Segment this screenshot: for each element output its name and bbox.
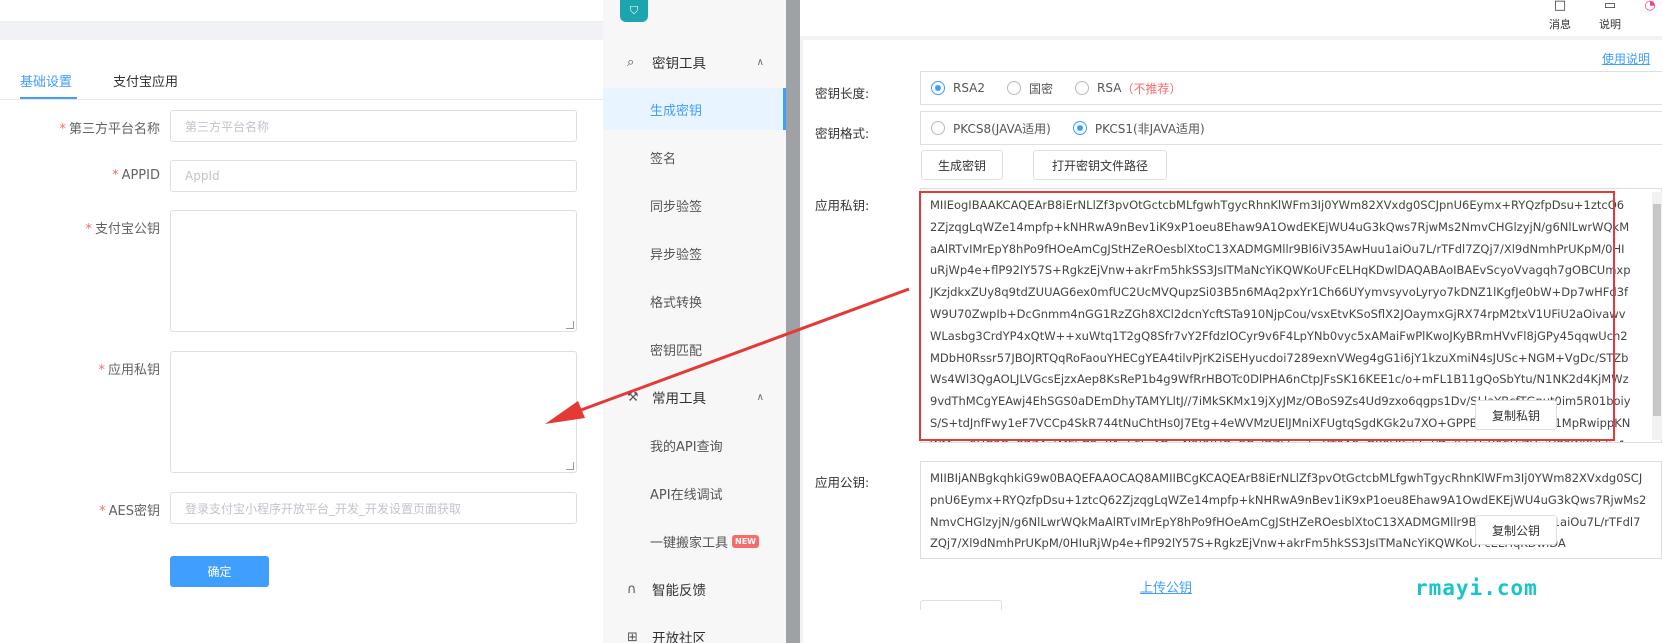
copy-public-key-button[interactable]: 复制公钥 [1475,515,1557,545]
sidebar-item-sign[interactable]: 签名 [603,136,786,178]
alipay-public-key-textarea[interactable] [170,210,577,332]
upload-public-key-link[interactable]: 上传公钥 [1140,577,1192,596]
private-key-scrollbar[interactable] [1652,192,1662,440]
sidebar-item-format-convert[interactable]: 格式转换 [603,280,786,322]
radio-dot [1072,121,1087,135]
sidebar-item-generate-key[interactable]: 生成密钥 [603,88,786,130]
sidebar-divider [786,0,800,643]
avatar[interactable]: ◔ [1638,0,1662,36]
radio-pkcs8[interactable]: PKCS8(JAVA适用) [931,120,1051,137]
headset-icon: ∩ [627,581,637,597]
resize-grip-icon[interactable] [566,462,574,470]
radio-sm2[interactable]: 国密 [1007,80,1053,97]
resize-grip-icon[interactable] [566,321,574,329]
not-recommended-note: （不推荐） [1121,81,1182,96]
open-key-path-button[interactable]: 打开密钥文件路径 [1033,150,1167,180]
watermark-text: rmayi.com [1415,576,1538,600]
app-private-key-textarea[interactable] [170,351,577,473]
new-badge: NEW [732,534,759,548]
radio-dot [931,81,945,95]
scrollbar-thumb[interactable] [1653,204,1661,416]
chevron-up-icon: ∧ [756,56,764,68]
radio-dot [931,121,945,135]
app-logo-icon: ⛉ [620,0,648,22]
key-format-label: 密钥格式: [815,126,870,141]
keygen-area: □ 消息 ▭ 说明 ◔ 使用说明 密钥长度: RSA2 国密 RSA （不推荐） … [800,0,1662,643]
alipay-public-key-label: * 支付宝公钥 [85,222,160,237]
sidebar-item-api-debug[interactable]: API在线调试 [603,472,786,514]
settings-tabs: 基础设置 支付宝应用 [0,40,603,100]
tab-basic-settings[interactable]: 基础设置 [20,71,72,90]
help-link[interactable]: 使用说明 [1602,50,1650,67]
top-strip [0,0,603,22]
key-length-label: 密钥长度: [815,86,870,101]
book-icon: ▭ [1603,0,1617,13]
grid-icon: ⊞ [627,629,638,643]
sidebar-group-common-tools[interactable]: ⚒ 常用工具 ∧ [603,376,786,418]
chevron-up-icon: ∧ [756,391,764,403]
panel-gap [0,22,603,40]
keygen-card: 使用说明 密钥长度: RSA2 国密 RSA （不推荐） 密钥格式: PKCS8(… [803,40,1662,643]
active-tab-indicator [20,97,77,99]
key-search-icon: ⌕ [627,54,635,70]
radio-rsa[interactable]: RSA （不推荐） [1075,80,1181,97]
avatar-icon: ◔ [1644,0,1656,13]
manual-button[interactable]: ▭ 说明 [1590,0,1630,36]
tab-alipay-app[interactable]: 支付宝应用 [113,71,178,90]
appid-input[interactable]: AppId [170,160,577,192]
aes-key-label: * AES密钥 [99,504,160,519]
wrench-icon: ⚒ [627,389,639,405]
sidebar-item-migration-tool[interactable]: 一键搬家工具 NEW [603,520,786,562]
public-key-label: 应用公钥: [815,475,870,490]
app-private-key-label: * 应用私钥 [98,363,160,378]
messages-button[interactable]: □ 消息 [1540,0,1580,36]
generate-key-button[interactable]: 生成密钥 [921,150,1003,180]
private-key-label: 应用私钥: [815,198,870,213]
message-icon: □ [1553,0,1567,13]
sidebar-item-async-verify[interactable]: 异步验签 [603,232,786,274]
radio-dot [1007,81,1022,95]
sidebar-item-my-api-query[interactable]: 我的API查询 [603,424,786,466]
appid-label: * APPID [112,168,160,183]
screenshot-root: 基础设置 支付宝应用 * 第三方平台名称 第三方平台名称 * APPID AppId… [0,0,1662,643]
sidebar-group-feedback[interactable]: ∩ 智能反馈 [603,568,786,610]
partial-button[interactable] [920,600,1002,610]
tool-sidebar: ⛉ ⌕ 密钥工具 ∧ 生成密钥 签名 同步验签 异步验签 格式转换 密钥匹配 ⚒… [603,0,786,643]
radio-pkcs1[interactable]: PKCS1(非JAVA适用) [1072,120,1205,137]
platform-name-input[interactable]: 第三方平台名称 [170,110,577,142]
copy-private-key-button[interactable]: 复制私钥 [1475,400,1557,430]
radio-rsa2[interactable]: RSA2 [931,81,985,95]
confirm-button[interactable]: 确定 [170,556,269,587]
sidebar-item-key-match[interactable]: 密钥匹配 [603,328,786,370]
sidebar-group-community[interactable]: ⊞ 开放社区 [603,616,786,643]
settings-form-panel: 基础设置 支付宝应用 * 第三方平台名称 第三方平台名称 * APPID AppId… [0,0,603,643]
aes-key-input[interactable]: 登录支付宝小程序开放平台_开发_开发设置页面获取 [170,492,577,524]
radio-dot [1075,81,1090,95]
key-length-radio-group: RSA2 国密 RSA （不推荐） [920,71,1662,105]
key-format-radio-group: PKCS8(JAVA适用) PKCS1(非JAVA适用) [920,111,1662,145]
sidebar-item-sync-verify[interactable]: 同步验签 [603,184,786,226]
platform-name-label: * 第三方平台名称 [59,122,160,137]
top-header: □ 消息 ▭ 说明 ◔ [800,0,1662,36]
sidebar-group-key-tools[interactable]: ⌕ 密钥工具 ∧ [603,41,786,83]
